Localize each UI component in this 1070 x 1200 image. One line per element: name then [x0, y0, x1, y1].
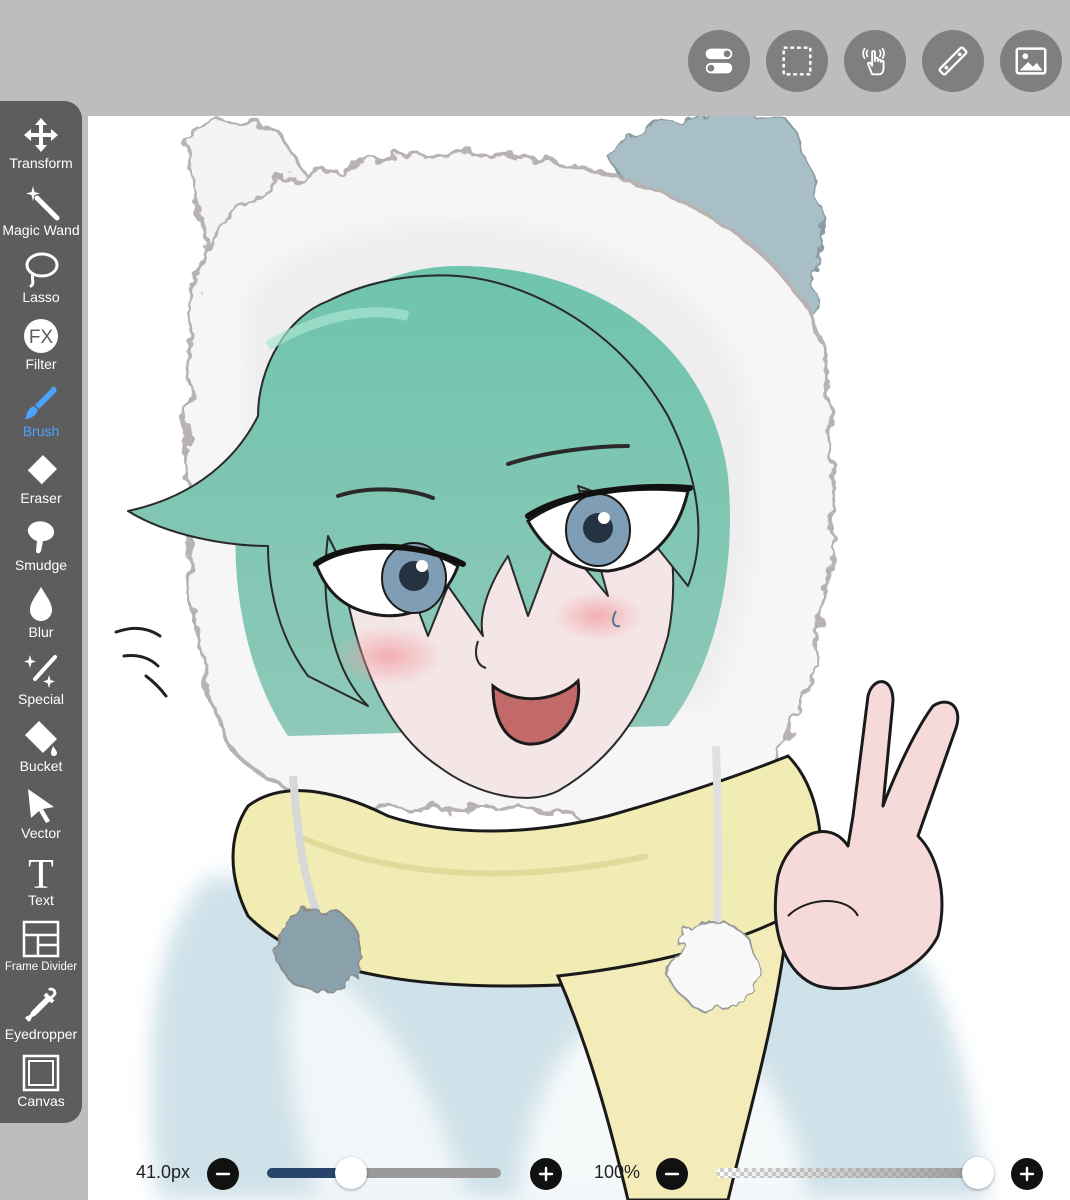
hand-gesture-icon — [862, 47, 885, 76]
tool-blur[interactable]: Blur — [0, 584, 82, 650]
tool-label: Bucket — [19, 758, 63, 774]
tool-special[interactable]: Special — [0, 651, 82, 717]
plus-icon — [538, 1166, 554, 1182]
vector-arrow-icon — [21, 785, 61, 825]
plus-icon — [1019, 1166, 1035, 1182]
smudge-icon — [21, 517, 61, 557]
tool-filter[interactable]: FX Filter — [0, 316, 82, 382]
tool-vector[interactable]: Vector — [0, 785, 82, 851]
magic-wand-icon — [21, 182, 61, 222]
brush-size-decrease-button[interactable] — [207, 1158, 239, 1190]
selection-button[interactable] — [766, 30, 828, 92]
tool-label: Blur — [28, 624, 54, 640]
tool-label: Vector — [21, 825, 61, 841]
special-sparkle-icon — [21, 651, 61, 691]
opacity-knob[interactable] — [962, 1157, 994, 1189]
gesture-button[interactable] — [844, 30, 906, 92]
tool-brush[interactable]: Brush — [0, 383, 82, 449]
opacity-decrease-button[interactable] — [656, 1158, 688, 1190]
text-icon: T — [21, 852, 61, 898]
brush-icon — [21, 383, 61, 423]
blur-drop-icon — [21, 584, 61, 624]
svg-text:FX: FX — [29, 327, 54, 348]
minus-icon — [215, 1172, 231, 1176]
tool-label: Special — [18, 691, 64, 707]
tool-label: Frame Divider — [4, 961, 78, 973]
toggle-icon — [705, 48, 733, 74]
image-icon — [1015, 47, 1047, 75]
drawing-canvas[interactable] — [88, 116, 1070, 1200]
tool-transform[interactable]: Transform — [0, 115, 82, 181]
tool-magic-wand[interactable]: Magic Wand — [0, 182, 82, 248]
tool-panel: Transform Magic Wand Lasso FX Filter Bru… — [0, 101, 82, 1123]
tool-label: Lasso — [22, 289, 60, 305]
minus-icon — [664, 1172, 680, 1176]
tool-label: Transform — [9, 155, 73, 171]
brush-size-increase-button[interactable] — [530, 1158, 562, 1190]
frame-divider-icon — [21, 919, 61, 959]
ruler-button[interactable] — [922, 30, 984, 92]
opacity-increase-button[interactable] — [1011, 1158, 1043, 1190]
top-toolbar — [0, 0, 1070, 116]
tool-label: Magic Wand — [2, 222, 80, 238]
tool-label: Eyedropper — [4, 1026, 78, 1042]
tool-smudge[interactable]: Smudge — [0, 517, 82, 583]
brush-size-value: 41.0px — [136, 1162, 191, 1182]
tool-label: Text — [28, 892, 54, 908]
transform-icon — [21, 115, 61, 155]
brush-size-knob[interactable] — [335, 1157, 368, 1189]
bucket-icon — [21, 718, 61, 758]
ruler-icon — [938, 46, 968, 76]
tool-lasso[interactable]: Lasso — [0, 249, 82, 315]
eyedropper-icon — [21, 986, 61, 1026]
tool-eyedropper[interactable]: Eyedropper — [0, 986, 82, 1052]
svg-text:T: T — [28, 852, 54, 892]
tool-canvas[interactable]: Canvas — [0, 1053, 82, 1119]
tool-label: Filter — [25, 356, 57, 372]
tool-frame-divider[interactable]: Frame Divider — [0, 919, 82, 985]
lasso-icon — [21, 249, 61, 289]
brush-size-slider[interactable] — [267, 1168, 501, 1178]
tool-text[interactable]: T Text — [0, 852, 82, 918]
tool-label: Eraser — [20, 490, 62, 506]
tool-bucket[interactable]: Bucket — [0, 718, 82, 784]
eraser-icon — [21, 450, 61, 490]
opacity-slider[interactable] — [716, 1168, 978, 1178]
artwork-illustration — [114, 116, 988, 1200]
opacity-fill — [716, 1168, 978, 1178]
tool-eraser[interactable]: Eraser — [0, 450, 82, 516]
tool-label: Canvas — [17, 1093, 65, 1109]
filter-fx-icon: FX — [21, 316, 61, 356]
tool-label: Smudge — [14, 557, 68, 573]
tool-label: Brush — [22, 423, 60, 439]
toggle-settings-button[interactable] — [688, 30, 750, 92]
brush-opacity-value: 100% — [594, 1162, 641, 1182]
gallery-button[interactable] — [1000, 30, 1062, 92]
canvas-icon — [21, 1053, 61, 1093]
selection-icon — [782, 46, 812, 76]
